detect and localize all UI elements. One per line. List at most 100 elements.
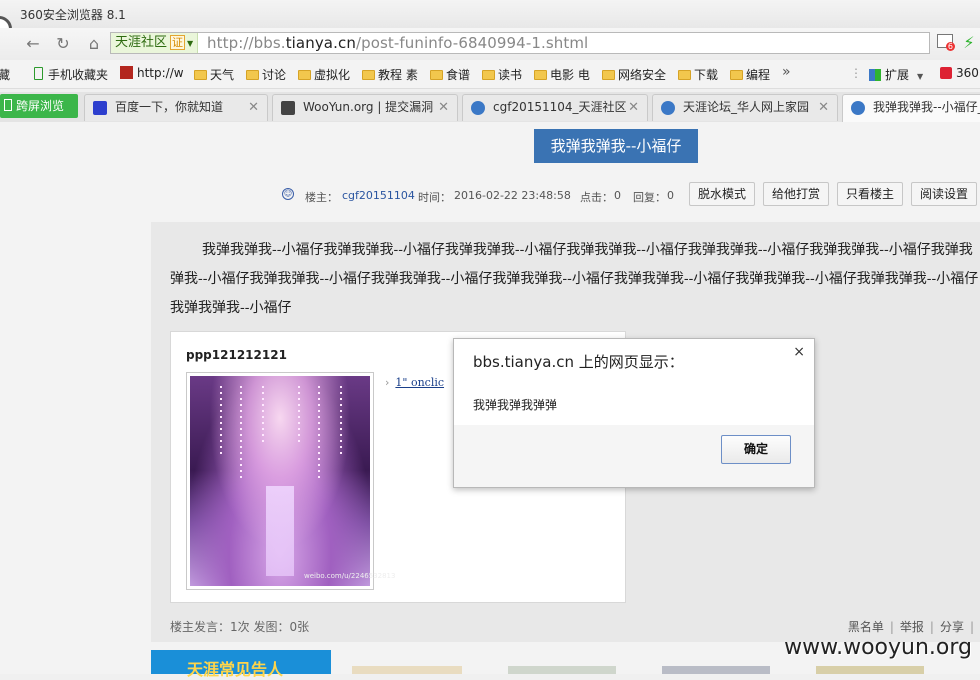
bookmark-cut[interactable]: 藏 [0, 66, 10, 83]
tab-wooyun[interactable]: WooYun.org | 提交漏洞 ✕ [272, 94, 458, 121]
folder-icon [298, 70, 311, 80]
notification-count: 6 [945, 42, 955, 51]
close-icon[interactable]: ✕ [438, 95, 449, 120]
globe-icon [661, 101, 675, 115]
card-username[interactable]: ppp121212121 [186, 348, 287, 362]
bookmark-360[interactable]: 360 [940, 66, 979, 80]
promo-banner[interactable]: 天涯常见告人 [151, 650, 331, 679]
folder-icon [362, 70, 375, 80]
url-prefix: http://bbs. [207, 34, 286, 52]
injected-link[interactable]: › 1" onclic [385, 376, 444, 389]
reading-settings-button[interactable]: 阅读设置 [911, 182, 977, 206]
clicks-count: 0 [614, 189, 621, 202]
thumbnail[interactable] [508, 666, 616, 674]
bookmark-folder-movie[interactable]: 电影 电 [534, 66, 590, 83]
extensions-button[interactable]: 扩展 ▼ [869, 66, 923, 83]
banner-text: 天涯常见告人 [187, 660, 284, 679]
home-icon[interactable]: ⌂ [83, 33, 105, 55]
bookmarks-more-icon[interactable]: » [782, 64, 791, 80]
grid-icon [869, 69, 881, 81]
replies-label: 回复： [633, 191, 666, 204]
bookmark-folder-virtual[interactable]: 虚拟化 [298, 66, 350, 83]
wooyun-favicon-icon [281, 101, 295, 115]
alert-dialog: bbs.tianya.cn 上的网页显示： × 我弹我弹我弹弹 确定 [453, 338, 815, 488]
bookmark-folder-download[interactable]: 下载 [678, 66, 718, 83]
bookmark-folder-recipe[interactable]: 食谱 [430, 66, 470, 83]
bookmark-folder-discuss[interactable]: 讨论 [246, 66, 286, 83]
tip-author-button[interactable]: 给他打赏 [763, 182, 829, 206]
time-label: 时间： [418, 191, 451, 204]
close-icon[interactable]: ✕ [248, 95, 259, 120]
phone-icon [4, 99, 12, 111]
chevron-down-icon[interactable]: ▼ [187, 39, 193, 48]
separator-dots: ⋮ [850, 66, 862, 80]
author-link[interactable]: cgf20151104 [342, 189, 415, 202]
folder-icon [602, 70, 615, 80]
post-time: 2016-02-22 23:48:58 [454, 189, 571, 202]
thumbnail[interactable] [816, 666, 924, 674]
bookmarks-bar: 藏 手机收藏夹 http://w 天气 讨论 虚拟化 教程 素 食谱 读书 电影… [0, 60, 980, 89]
only-author-button[interactable]: 只看楼主 [837, 182, 903, 206]
author-stats: 楼主发言：1次 发图：0张 [170, 620, 310, 634]
title-bar: 360安全浏览器 8.1 [0, 0, 980, 42]
tab-current-post[interactable]: 我弹我弹我--小福仔_ [842, 94, 980, 123]
speed-icon[interactable]: ⚡ [960, 34, 978, 52]
dehydrate-mode-button[interactable]: 脱水模式 [689, 182, 755, 206]
split-view-button[interactable]: 跨屏浏览 [0, 94, 78, 118]
site-identity-badge[interactable]: 天涯社区证 ▼ [111, 33, 199, 53]
bookmark-http[interactable]: http://w [120, 66, 184, 80]
post-photo[interactable]: weibo.com/u/2246532813 [186, 372, 395, 590]
cert-icon[interactable]: 证 [170, 35, 186, 50]
url-text[interactable]: http://bbs.tianya.cn/post-funinfo-684099… [207, 34, 588, 52]
wedding-hall-image: weibo.com/u/2246532813 [190, 376, 395, 586]
close-icon[interactable]: ✕ [628, 95, 639, 120]
folder-icon [430, 70, 443, 80]
thumbnail[interactable] [662, 666, 770, 674]
thumbnail[interactable] [352, 666, 462, 674]
phone-icon [34, 67, 43, 80]
notification-icon[interactable]: 6 [936, 34, 955, 52]
bookmark-folder-weather[interactable]: 天气 [194, 66, 234, 83]
dialog-footer: 确定 [454, 425, 814, 487]
tab-strip: 跨屏浏览 百度一下，你就知道 ✕ WooYun.org | 提交漏洞 ✕ cgf… [0, 92, 980, 123]
link-text[interactable]: 1" onclic [395, 376, 444, 389]
post-text-container: 我弹我弹我--小福仔我弹我弹我--小福仔我弹我弹我--小福仔我弹我弹我--小福仔… [170, 236, 980, 323]
close-icon[interactable]: × [793, 344, 805, 360]
folder-icon [678, 70, 691, 80]
site-favicon-icon [120, 66, 133, 79]
author-label: 楼主： [305, 191, 338, 204]
share-link[interactable]: 分享 [940, 620, 964, 634]
bookmark-mobile[interactable]: 手机收藏夹 [34, 66, 108, 83]
dialog-title: bbs.tianya.cn 上的网页显示： [473, 353, 684, 371]
tab-cgf-profile[interactable]: cgf20151104_天涯社区 ✕ [462, 94, 648, 121]
tab-tianya-forum[interactable]: 天涯论坛_华人网上家园 ✕ [652, 94, 838, 121]
url-host: tianya.cn [285, 34, 356, 52]
refresh-icon[interactable]: ↻ [52, 33, 74, 55]
folder-icon [534, 70, 547, 80]
chevron-down-icon: ▼ [917, 72, 924, 81]
bookmark-folder-reading[interactable]: 读书 [482, 66, 522, 83]
globe-icon [471, 101, 485, 115]
url-path: /post-funinfo-6840994-1.shtml [355, 34, 589, 52]
post-text: 我弹我弹我--小福仔我弹我弹我--小福仔我弹我弹我--小福仔我弹我弹我--小福仔… [170, 242, 979, 316]
report-link[interactable]: 举报 [900, 620, 924, 634]
bookmark-folder-tutorial[interactable]: 教程 素 [362, 66, 418, 83]
address-bar[interactable]: 天涯社区证 ▼ http://bbs.tianya.cn/post-funinfo… [110, 32, 930, 54]
blacklist-link[interactable]: 黑名单 [848, 620, 884, 634]
bookmark-folder-security[interactable]: 网络安全 [602, 66, 666, 83]
dialog-message: 我弹我弹我弹弹 [473, 398, 558, 412]
bookmark-folder-coding[interactable]: 编程 [730, 66, 770, 83]
ok-button[interactable]: 确定 [721, 435, 791, 464]
tab-baidu[interactable]: 百度一下，你就知道 ✕ [84, 94, 268, 121]
folder-icon [194, 70, 207, 80]
site-name: 天涯社区 [115, 35, 168, 50]
replies-count: 0 [667, 189, 674, 202]
folder-icon [730, 70, 743, 80]
folder-icon [482, 70, 495, 80]
close-icon[interactable]: ✕ [818, 95, 829, 120]
baidu-paw-icon [93, 101, 107, 115]
window-title: 360安全浏览器 8.1 [20, 8, 126, 22]
back-icon[interactable]: ← [22, 33, 44, 55]
app-icon [940, 67, 952, 79]
photo-watermark: weibo.com/u/2246532813 [304, 572, 396, 580]
